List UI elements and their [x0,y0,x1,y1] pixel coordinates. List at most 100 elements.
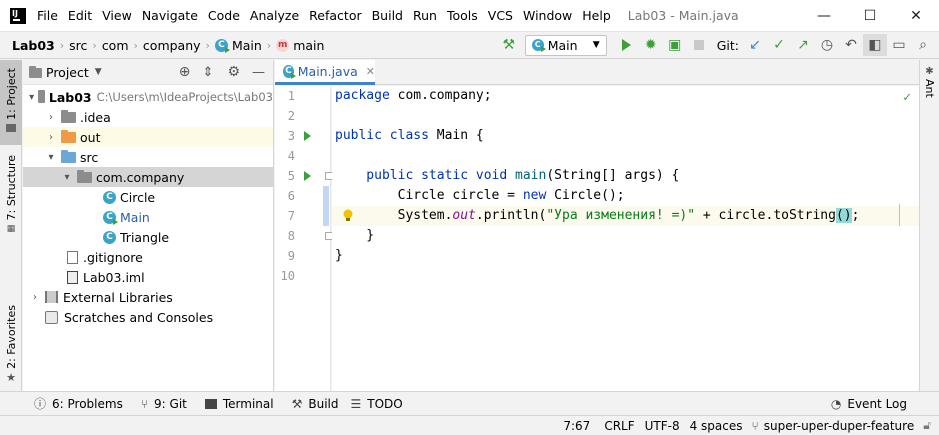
menu-vcs[interactable]: VCS [483,0,518,32]
tab-terminal[interactable]: Terminal [204,397,274,411]
module-folder-icon [38,89,45,103]
module-file-icon [67,270,78,284]
excluded-folder-icon [61,129,76,143]
breadcrumb-company[interactable]: company [139,38,205,53]
ant-icon: ✱ [925,66,934,77]
code-editor[interactable]: package com.company; public class Main {… [332,86,919,391]
breadcrumb-project[interactable]: Lab03 [8,38,59,53]
breadcrumb-method[interactable]: m main [272,38,328,53]
project-panel: Project ▼ ⊕ ⇕ ⚙ — ▾ Lab03 C:\Users\m\Ide… [23,60,274,391]
maximize-button[interactable]: ☐ [847,0,893,32]
debug-bug-icon[interactable]: ✹ [639,34,663,56]
tab-main-java[interactable]: C Main.java ✕ [275,60,375,85]
tab-structure[interactable]: 7: Structure ▦ [0,155,22,235]
git-push-icon[interactable]: ↗ [791,34,815,56]
coverage-icon[interactable]: ▣ [663,34,687,56]
tab-favorites-label: 2: Favorites [4,305,18,369]
search-icon[interactable]: ⌕ [911,34,935,56]
menu-help[interactable]: Help [577,0,616,32]
tree-item-label: out [80,129,101,145]
git-commit-check-icon[interactable]: ✓ [767,34,791,56]
tree-item-iml[interactable]: Lab03.iml [23,267,273,287]
tab-project[interactable]: 1: Project [0,60,22,145]
code-line: Circle circle = new Circle(); [335,188,625,203]
menu-window[interactable]: Window [518,0,577,32]
chevron-down-icon[interactable]: ▾ [45,152,57,163]
intellij-logo-icon[interactable]: IJ [10,7,26,24]
chevron-right-icon[interactable]: › [45,132,57,143]
tree-item-main[interactable]: C Main [23,207,273,227]
stop-icon[interactable] [687,34,711,56]
presentation-icon[interactable]: ▭ [887,34,911,56]
breadcrumb-class[interactable]: C Main [211,38,266,53]
tree-item-external-libraries[interactable]: › External Libraries [23,287,273,307]
editor-gutter[interactable]: 1 2 3 4 5 6 7 8 9 10 [275,86,333,391]
tab-build[interactable]: ⚒ Build [292,397,339,411]
chevron-down-icon[interactable]: ▾ [61,172,73,183]
project-view-label[interactable]: Project [46,65,89,80]
chevron-right-icon[interactable]: › [45,112,57,123]
menu-run[interactable]: Run [408,0,442,32]
close-icon[interactable]: ✕ [366,65,375,78]
package-icon [77,169,92,183]
run-icon[interactable] [615,34,639,56]
minimize-button[interactable]: — [801,0,847,32]
menu-analyze[interactable]: Analyze [245,0,304,32]
indent-setting[interactable]: 4 spaces [685,419,748,433]
menu-build[interactable]: Build [367,0,408,32]
tree-item-scratches[interactable]: Scratches and Consoles [23,307,273,327]
tree-item-out[interactable]: › out [23,127,273,147]
run-gutter-icon[interactable] [304,131,311,141]
breadcrumb-com[interactable]: com [98,38,133,53]
tree-item-gitignore[interactable]: .gitignore [23,247,273,267]
chevron-right-icon[interactable]: › [29,292,41,303]
info-icon: ⓘ [34,397,47,411]
menu-code[interactable]: Code [203,0,245,32]
build-hammer-icon[interactable]: ⚒ [497,34,521,56]
collapse-all-icon[interactable]: ⇕ [203,65,214,80]
scratches-icon [45,310,58,324]
tab-problems[interactable]: ⓘ 6: Problems [34,395,123,412]
rollback-icon[interactable]: ↶ [839,34,863,56]
todo-list-icon: ☰ [350,396,362,411]
tab-ant[interactable]: ✱ Ant [920,66,939,98]
git-branch[interactable]: super-uper-duper-feature [759,419,920,433]
tree-item-com-company[interactable]: ▾ com.company [23,167,273,187]
menu-refactor[interactable]: Refactor [304,0,366,32]
menu-file[interactable]: File [32,0,63,32]
file-encoding[interactable]: UTF-8 [640,419,685,433]
breadcrumb-src[interactable]: src [65,38,91,53]
tree-item-lab03[interactable]: ▾ Lab03 C:\Users\m\IdeaProjects\Lab03 [23,87,273,107]
close-button[interactable]: ✕ [893,0,939,32]
tree-item-triangle[interactable]: C Triangle [23,227,273,247]
history-clock-icon[interactable]: ◷ [815,34,839,56]
menu-tools[interactable]: Tools [442,0,483,32]
menu-view[interactable]: View [97,0,137,32]
run-gutter-icon[interactable] [304,171,311,181]
lock-icon[interactable]: 🔓︎ [923,418,931,433]
tab-git[interactable]: ⑂ 9: Git [141,397,187,411]
folder-icon [6,123,16,132]
tab-build-label: Build [308,396,339,411]
tab-event-log[interactable]: ◔ Event Log [831,397,907,411]
tab-todo[interactable]: ☰ TODO [350,397,402,411]
chevron-down-icon[interactable]: ▼ [95,67,102,77]
menu-navigate[interactable]: Navigate [137,0,203,32]
tree-item-src[interactable]: ▾ src [23,147,273,167]
project-structure-icon[interactable]: ◧ [863,34,887,56]
menu-edit[interactable]: Edit [63,0,97,32]
run-configuration-select[interactable]: C Main ▼ [524,34,607,56]
tree-item-circle[interactable]: C Circle [23,187,273,207]
locate-target-icon[interactable]: ⊕ [179,64,191,80]
hide-panel-icon[interactable]: — [252,65,265,80]
tab-favorites[interactable]: 2: Favorites ★ [0,305,22,385]
git-branch-icon: ⑂ [140,396,149,411]
gear-icon[interactable]: ⚙ [227,64,240,80]
line-separator[interactable]: CRLF [599,419,639,433]
tree-item-idea[interactable]: › .idea [23,107,273,127]
caret-position[interactable]: 7:67 [558,419,595,433]
git-update-icon[interactable]: ↙ [743,34,767,56]
chevron-down-icon[interactable]: ▾ [29,92,34,103]
vcs-change-marker[interactable] [323,186,329,226]
no-problems-check-icon[interactable]: ✓ [903,90,911,105]
